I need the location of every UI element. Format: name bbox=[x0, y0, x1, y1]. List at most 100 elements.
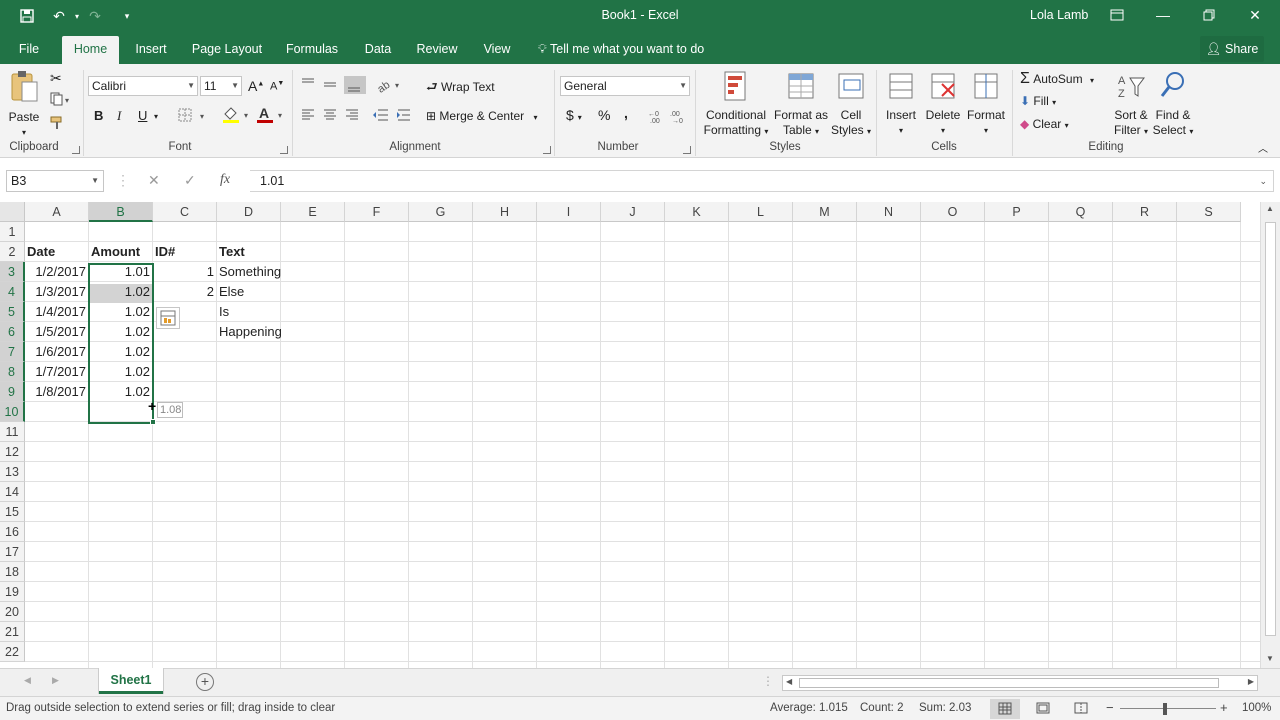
underline-button[interactable]: U bbox=[138, 108, 147, 123]
cell-b8[interactable]: 1.02 bbox=[89, 362, 152, 382]
format-as-table-button[interactable]: Format as Table ▾ bbox=[772, 70, 830, 139]
cell-b3[interactable]: 1.01 bbox=[89, 262, 152, 282]
column-header-p[interactable]: P bbox=[985, 202, 1049, 222]
fill-handle[interactable] bbox=[150, 419, 156, 425]
cell-a2[interactable]: Date bbox=[25, 242, 88, 262]
tab-view[interactable]: View bbox=[476, 36, 518, 64]
percent-button[interactable]: % bbox=[598, 107, 610, 123]
fill-color-icon[interactable]: ▾ bbox=[222, 106, 252, 127]
status-average[interactable]: Average: 1.015 bbox=[770, 702, 848, 714]
vertical-scrollbar[interactable]: ▲ ▼ bbox=[1260, 202, 1280, 668]
increase-decimal-icon[interactable]: ←0.00.00 →0 bbox=[648, 108, 690, 127]
row-header-17[interactable]: 17 bbox=[0, 542, 25, 562]
cancel-icon[interactable]: ✕ bbox=[148, 172, 160, 189]
column-header-s[interactable]: S bbox=[1177, 202, 1241, 222]
enter-icon[interactable]: ✓ bbox=[184, 172, 196, 189]
row-header-22[interactable]: 22 bbox=[0, 642, 25, 662]
column-header-q[interactable]: Q bbox=[1049, 202, 1113, 222]
autosum-button[interactable]: Σ AutoSum ▾ bbox=[1020, 70, 1094, 88]
sheet-prev-icon[interactable]: ◀ bbox=[24, 675, 31, 686]
cell-b9[interactable]: 1.02 bbox=[89, 382, 152, 402]
cell-styles-button[interactable]: Cell Styles ▾ bbox=[830, 70, 872, 139]
find-select-button[interactable]: Find & Select ▾ bbox=[1150, 70, 1196, 139]
row-header-16[interactable]: 16 bbox=[0, 522, 25, 542]
conditional-formatting-button[interactable]: Conditional Formatting ▾ bbox=[700, 70, 772, 139]
column-header-e[interactable]: E bbox=[281, 202, 345, 222]
wrap-text-button[interactable]: ⮐ Wrap Text bbox=[426, 78, 495, 100]
tab-data[interactable]: Data bbox=[357, 36, 399, 64]
top-align-icon[interactable] bbox=[300, 76, 368, 97]
cell-d6[interactable]: Happening bbox=[217, 322, 282, 342]
clear-button[interactable]: ◆ Clear ▾ bbox=[1020, 117, 1069, 131]
worksheet-grid[interactable]: A B C D E F G H I J K L M N O P Q R S 1 2 3 4 5 6 7 8 9 10 11 12 13 14 15… bbox=[0, 202, 1280, 668]
cell-b5[interactable]: 1.02 bbox=[89, 302, 152, 322]
cell-a5[interactable]: 1/4/2017 bbox=[25, 302, 88, 322]
tab-home[interactable]: Home bbox=[62, 36, 119, 64]
row-header-14[interactable]: 14 bbox=[0, 482, 25, 502]
decrease-font-icon[interactable]: A▼ bbox=[270, 80, 284, 93]
row-header-18[interactable]: 18 bbox=[0, 562, 25, 582]
row-header-20[interactable]: 20 bbox=[0, 602, 25, 622]
font-name-select[interactable]: Calibri ▼ bbox=[88, 76, 198, 96]
cell-b7[interactable]: 1.02 bbox=[89, 342, 152, 362]
page-break-view-icon[interactable] bbox=[1074, 702, 1088, 717]
borders-icon[interactable]: ▾ bbox=[178, 108, 208, 125]
cell-a9[interactable]: 1/8/2017 bbox=[25, 382, 88, 402]
row-header-5[interactable]: 5 bbox=[0, 302, 25, 322]
tab-file[interactable]: File bbox=[10, 36, 48, 64]
cell-c4[interactable]: 2 bbox=[153, 282, 216, 302]
cell-c2[interactable]: ID# bbox=[153, 242, 216, 262]
status-sum[interactable]: Sum: 2.03 bbox=[919, 702, 971, 714]
sheet-tab-sheet1[interactable]: Sheet1 bbox=[99, 668, 163, 694]
row-header-8[interactable]: 8 bbox=[0, 362, 25, 382]
status-count[interactable]: Count: 2 bbox=[860, 702, 903, 714]
column-header-c[interactable]: C bbox=[153, 202, 217, 222]
row-header-6[interactable]: 6 bbox=[0, 322, 25, 342]
currency-button[interactable]: $ ▾ bbox=[566, 107, 582, 123]
cell-b4[interactable]: 1.02 bbox=[89, 282, 152, 302]
cell-a8[interactable]: 1/7/2017 bbox=[25, 362, 88, 382]
underline-dropdown-icon[interactable]: ▾ bbox=[154, 112, 158, 121]
orientation-icon[interactable]: ab ▾ bbox=[375, 76, 404, 97]
tab-insert[interactable]: Insert bbox=[127, 36, 175, 64]
insert-function-button[interactable]: fx bbox=[220, 172, 230, 188]
minimize-icon[interactable]: — bbox=[1140, 0, 1186, 30]
normal-view-button[interactable] bbox=[990, 699, 1020, 719]
format-painter-icon[interactable] bbox=[50, 116, 64, 133]
column-header-k[interactable]: K bbox=[665, 202, 729, 222]
close-icon[interactable]: ✕ bbox=[1232, 0, 1278, 30]
format-cells-button[interactable]: Format ▾ bbox=[964, 70, 1008, 138]
redo-icon[interactable]: ↷ bbox=[82, 0, 108, 32]
zoom-level[interactable]: 100% bbox=[1242, 702, 1271, 714]
scroll-right-icon[interactable]: ▶ bbox=[1248, 677, 1254, 686]
cell-a3[interactable]: 1/2/2017 bbox=[25, 262, 88, 282]
column-header-o[interactable]: O bbox=[921, 202, 985, 222]
comma-button[interactable]: , bbox=[624, 105, 628, 121]
ribbon-display-options-icon[interactable] bbox=[1094, 0, 1140, 30]
cell-d2[interactable]: Text bbox=[217, 242, 280, 262]
scroll-left-icon[interactable]: ◀ bbox=[786, 677, 792, 686]
font-launcher-icon[interactable] bbox=[280, 146, 288, 154]
column-header-b[interactable]: B bbox=[89, 202, 153, 222]
cell-d4[interactable]: Else bbox=[217, 282, 280, 302]
copy-icon[interactable]: ▾ bbox=[50, 92, 72, 109]
cell-a7[interactable]: 1/6/2017 bbox=[25, 342, 88, 362]
tab-split-handle[interactable]: ⋮ bbox=[762, 674, 774, 688]
column-header-d[interactable]: D bbox=[217, 202, 281, 222]
column-header-r[interactable]: R bbox=[1113, 202, 1177, 222]
number-format-select[interactable]: General ▼ bbox=[560, 76, 690, 96]
row-header-10[interactable]: 10 bbox=[0, 402, 25, 422]
delete-cells-button[interactable]: Delete ▾ bbox=[922, 70, 964, 138]
row-header-13[interactable]: 13 bbox=[0, 462, 25, 482]
scroll-down-icon[interactable]: ▼ bbox=[1266, 654, 1274, 663]
row-header-9[interactable]: 9 bbox=[0, 382, 25, 402]
paste-button[interactable]: Paste ▾ bbox=[6, 70, 42, 140]
column-header-m[interactable]: M bbox=[793, 202, 857, 222]
formula-input[interactable]: 1.01 ⌄ bbox=[250, 170, 1274, 192]
column-header-j[interactable]: J bbox=[601, 202, 665, 222]
bold-button[interactable]: B bbox=[94, 108, 103, 123]
horizontal-scroll-thumb[interactable] bbox=[799, 678, 1219, 688]
font-color-icon[interactable]: A ▾ bbox=[256, 105, 286, 127]
row-header-15[interactable]: 15 bbox=[0, 502, 25, 522]
column-header-a[interactable]: A bbox=[25, 202, 89, 222]
